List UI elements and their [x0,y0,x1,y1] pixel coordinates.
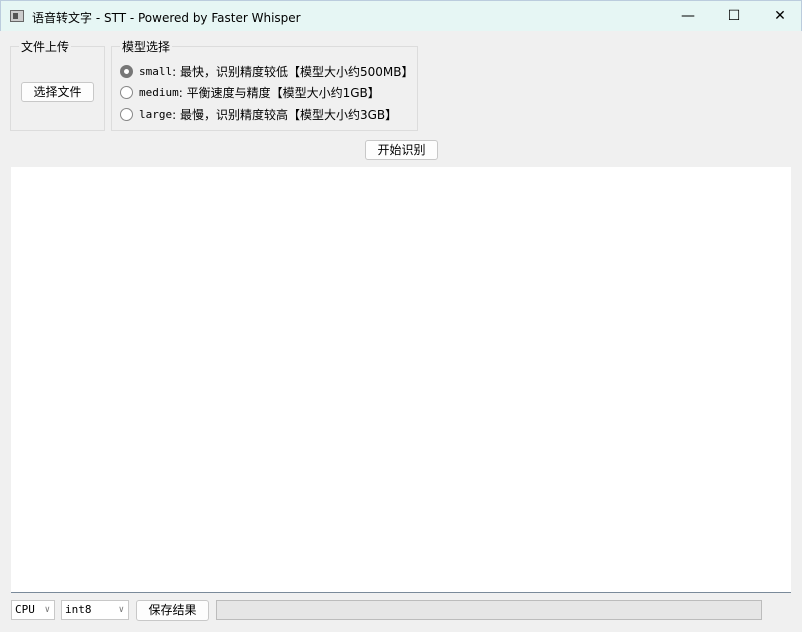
device-select[interactable]: CPU ∨ [11,600,55,620]
model-group-label: 模型选择 [120,38,173,55]
select-file-button[interactable]: 选择文件 [21,82,94,102]
save-result-button[interactable]: 保存结果 [136,600,209,621]
app-icon [10,10,24,22]
result-textarea[interactable] [11,167,791,593]
title-bar: 语音转文字 - STT - Powered by Faster Whisper … [0,0,802,31]
model-option-medium[interactable]: medium: 平衡速度与精度【模型大小约1GB】 [120,84,380,100]
maximize-button[interactable]: ☐ [711,1,757,32]
chevron-down-icon: ∨ [44,605,50,615]
window-title: 语音转文字 - STT - Powered by Faster Whisper [32,11,301,25]
model-option-large[interactable]: large: 最慢，识别精度较高【模型大小约3GB】 [120,106,397,122]
compute-type-select[interactable]: int8 ∨ [61,600,129,620]
model-option-small[interactable]: small: 最快，识别精度较低【模型大小约500MB】 [120,63,413,79]
close-button[interactable]: ✕ [757,1,802,32]
upload-group: 文件上传 选择文件 [10,38,105,131]
radio-selected-icon[interactable] [120,64,133,78]
radio-icon[interactable] [120,85,133,99]
radio-icon[interactable] [120,107,133,121]
chevron-down-icon: ∨ [118,605,124,615]
minimize-button[interactable]: — [665,1,711,32]
model-group: 模型选择 small: 最快，识别精度较低【模型大小约500MB】 medium… [111,38,418,131]
progress-bar [216,600,762,620]
upload-group-label: 文件上传 [19,38,72,55]
start-recognition-button[interactable]: 开始识别 [365,140,438,160]
